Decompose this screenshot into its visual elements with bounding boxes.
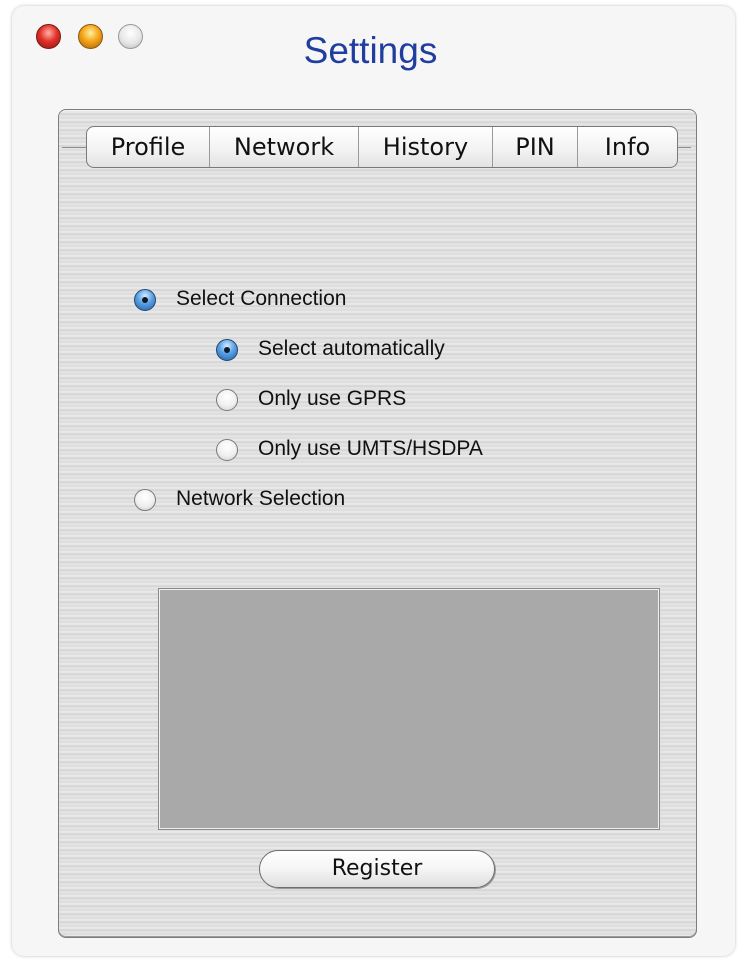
tab-info[interactable]: Info — [578, 127, 677, 167]
network-selection-label: Network Selection — [176, 487, 346, 510]
select-automatically-label: Select automatically — [258, 337, 445, 360]
tab-profile[interactable]: Profile — [87, 127, 210, 167]
only-umts-hsdpa-label: Only use UMTS/HSDPA — [258, 437, 483, 460]
tab-history[interactable]: History — [359, 127, 493, 167]
tab-network[interactable]: Network — [210, 127, 359, 167]
network-selection-radio[interactable] — [134, 489, 156, 511]
tab-pin[interactable]: PIN — [493, 127, 578, 167]
only-gprs-label: Only use GPRS — [258, 387, 407, 410]
window-title: Settings — [303, 30, 438, 71]
only-umts-hsdpa-radio[interactable] — [216, 439, 238, 461]
select-connection-radio[interactable] — [134, 289, 156, 311]
tab-bar: Profile Network History PIN Info — [86, 126, 678, 168]
select-automatically-radio[interactable] — [216, 339, 238, 361]
network-list-area[interactable] — [158, 588, 660, 830]
register-button[interactable]: Register — [259, 850, 495, 888]
only-gprs-radio[interactable] — [216, 389, 238, 411]
select-connection-label: Select Connection — [176, 287, 347, 310]
